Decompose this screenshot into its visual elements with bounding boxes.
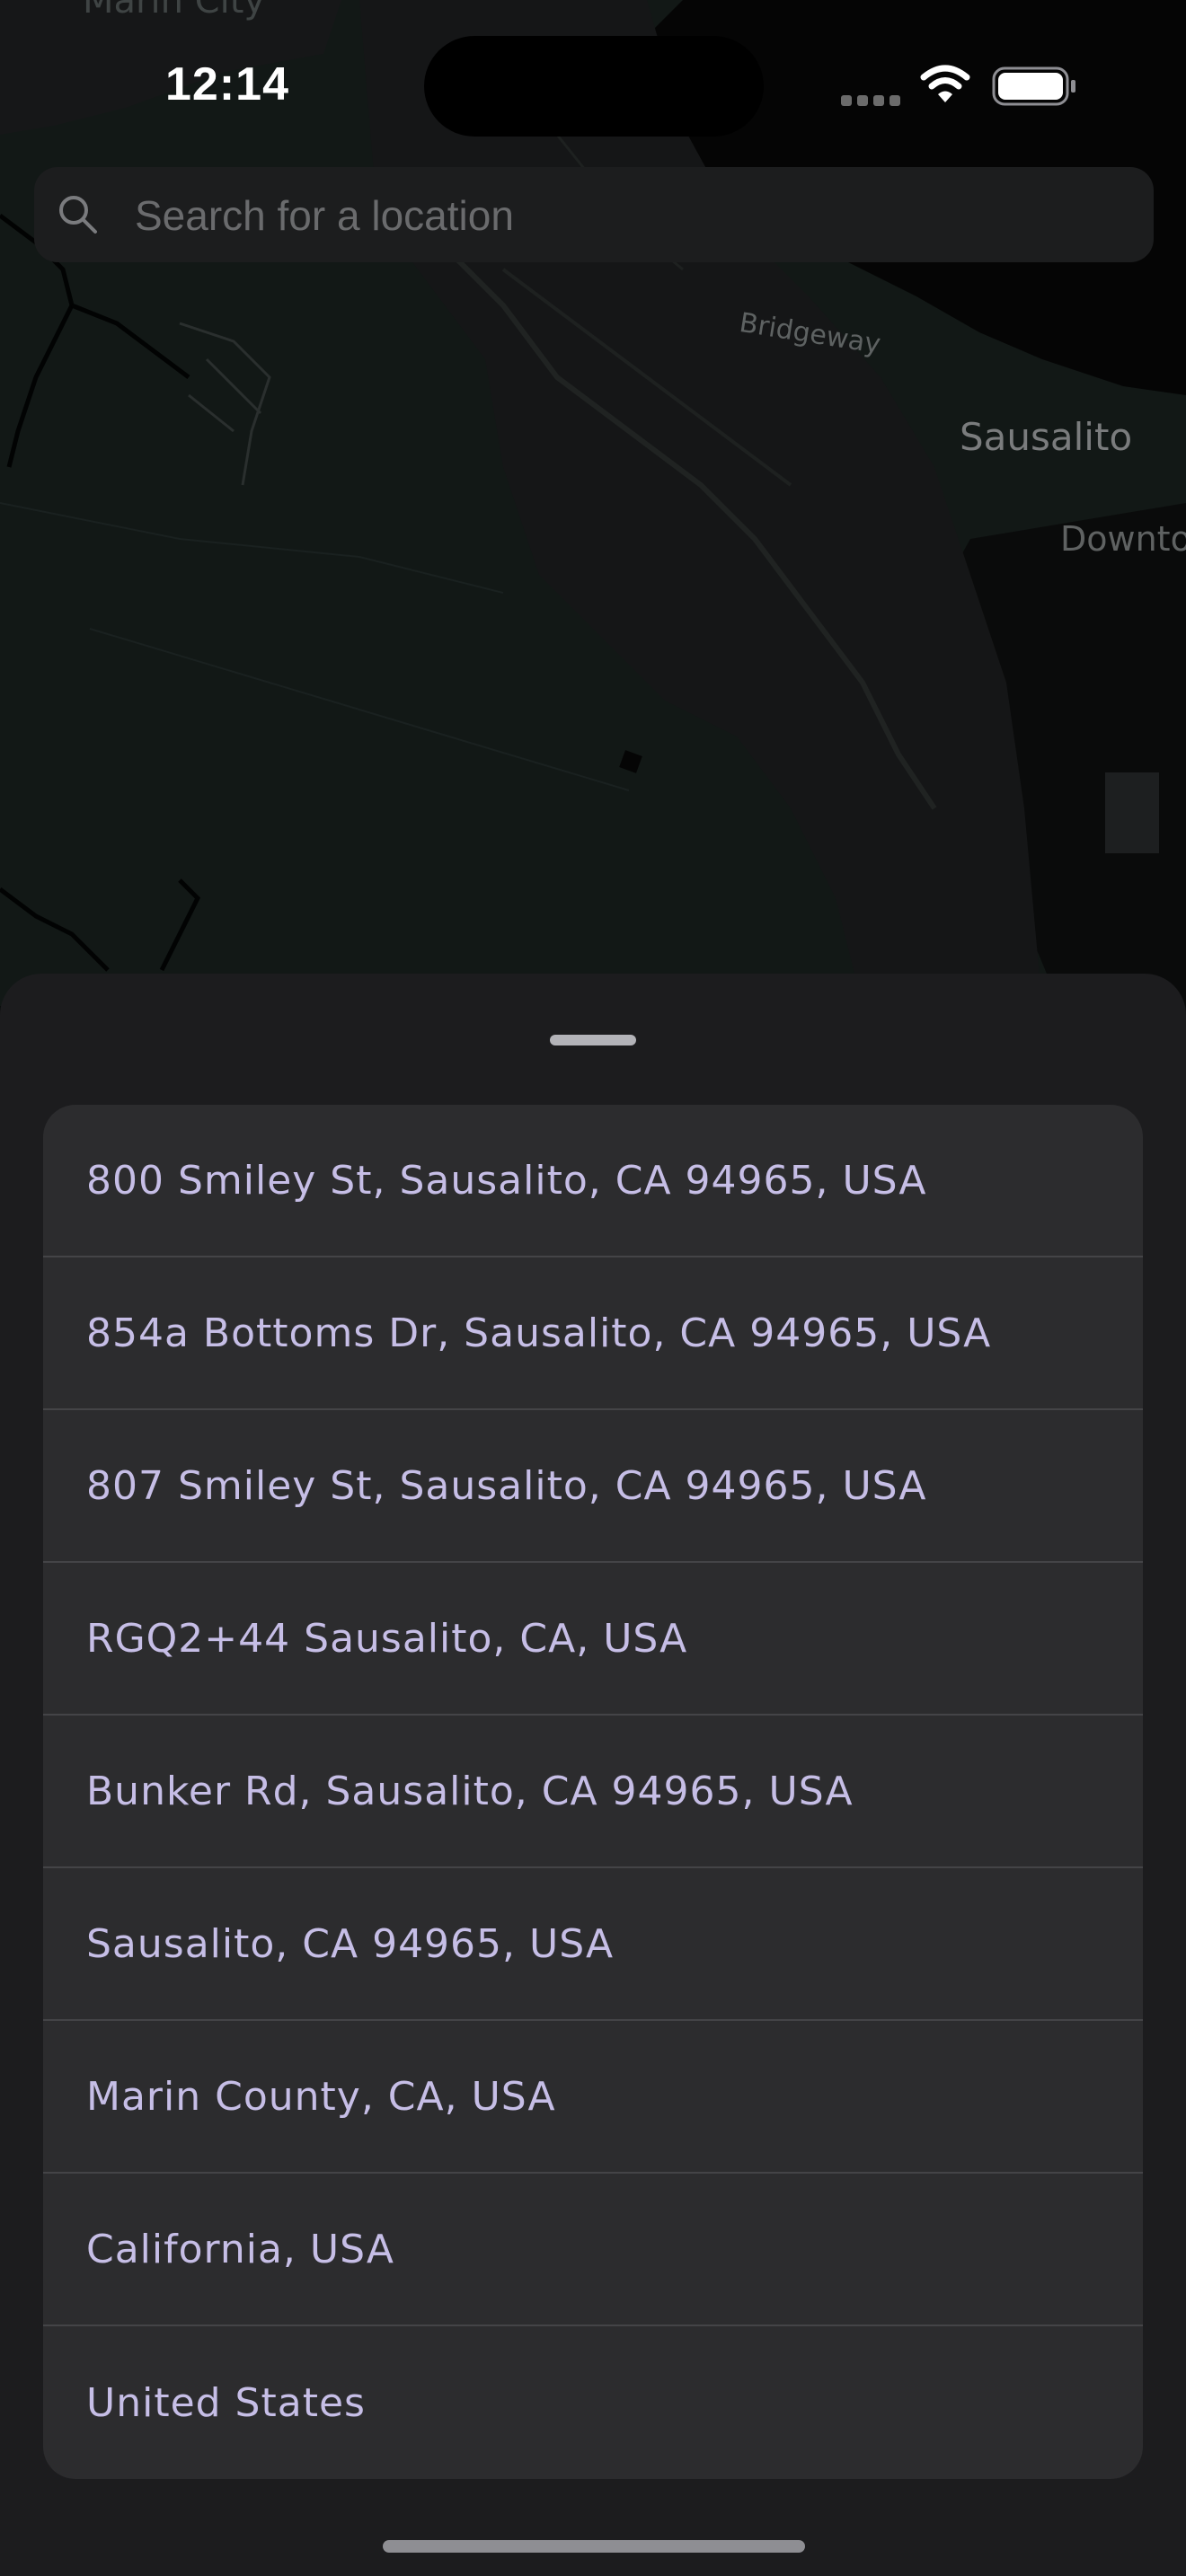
home-indicator[interactable]	[383, 2540, 805, 2553]
results-sheet: 800 Smiley St, Sausalito, CA 94965, USA …	[0, 974, 1186, 2576]
result-item[interactable]: Bunker Rd, Sausalito, CA 94965, USA	[43, 1716, 1143, 1868]
result-item[interactable]: 854a Bottoms Dr, Sausalito, CA 94965, US…	[43, 1257, 1143, 1410]
result-item[interactable]: California, USA	[43, 2174, 1143, 2326]
battery-icon	[992, 66, 1075, 106]
result-item[interactable]: Sausalito, CA 94965, USA	[43, 1868, 1143, 2021]
wifi-icon	[920, 65, 970, 102]
results-list: 800 Smiley St, Sausalito, CA 94965, USA …	[43, 1105, 1143, 2479]
dynamic-island	[424, 36, 764, 137]
result-item[interactable]: 807 Smiley St, Sausalito, CA 94965, USA	[43, 1410, 1143, 1563]
search-icon	[59, 196, 97, 234]
search-bar[interactable]	[34, 167, 1154, 264]
search-input[interactable]	[133, 167, 1134, 264]
sheet-grabber[interactable]	[550, 1035, 636, 1045]
signal-icon	[841, 95, 902, 106]
result-item[interactable]: 800 Smiley St, Sausalito, CA 94965, USA	[43, 1105, 1143, 1257]
map-label-sausalito: Sausalito	[960, 415, 1133, 459]
result-item[interactable]: Marin County, CA, USA	[43, 2021, 1143, 2174]
map-label-downtown: Downto	[1060, 519, 1186, 559]
status-bar: 12:14	[0, 0, 1186, 171]
result-item[interactable]: United States	[43, 2326, 1143, 2479]
status-time: 12:14	[165, 58, 289, 110]
result-item[interactable]: RGQ2+44 Sausalito, CA, USA	[43, 1563, 1143, 1716]
